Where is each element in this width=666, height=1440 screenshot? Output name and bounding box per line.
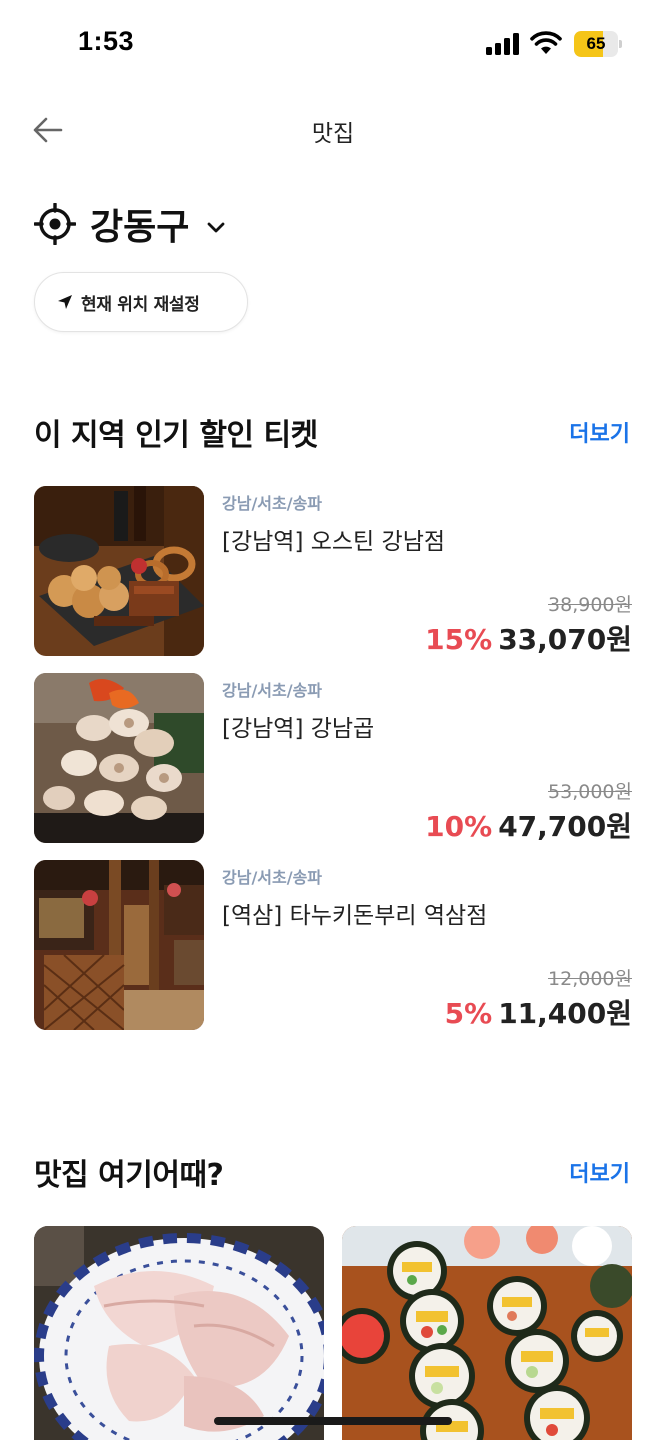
ticket-original-price: 38,900원 [548, 594, 632, 616]
ticket-item[interactable]: 강남/서초/송파 [강남역] 강남곱 53,000원 10% 47,700원 [34, 673, 632, 845]
signal-icon [486, 33, 522, 55]
popular-section-title: 이 지역 인기 할인 티켓 [34, 418, 318, 453]
ticket-region: 강남/서초/송파 [222, 494, 323, 513]
ticket-price-row: 15% 33,070원 [425, 618, 632, 658]
battery-level: 65 [586, 34, 606, 53]
ticket-discount: 15% [425, 623, 493, 656]
reset-location-label: 현재 위치 재설정 [81, 294, 200, 315]
ticket-price-row: 10% 47,700원 [425, 805, 632, 845]
crosshair-icon [34, 203, 76, 245]
navigation-arrow-icon [58, 295, 72, 309]
ticket-original-price: 53,000원 [548, 781, 632, 803]
ticket-price: 11,400원 [498, 997, 632, 1030]
ticket-discount: 5% [444, 997, 493, 1030]
header: 맛집 [0, 88, 666, 168]
ticket-region: 강남/서초/송파 [222, 868, 323, 887]
wifi-icon [530, 31, 562, 54]
recommend-section-title: 맛집 여기어때? [34, 1158, 224, 1193]
popular-more-link[interactable]: 더보기 [569, 416, 630, 448]
ticket-item[interactable]: 강남/서초/송파 [역삼] 타누키돈부리 역삼점 12,000원 5% 11,4… [34, 860, 632, 1032]
status-bar: 1:53 65 [0, 0, 666, 88]
izakaya-interior-photo [34, 860, 204, 1030]
ticket-name: [강남역] 오스틴 강남점 [222, 529, 446, 555]
status-time: 1:53 [78, 26, 135, 56]
page-title: 맛집 [311, 121, 355, 147]
location-name: 강동구 [90, 207, 190, 248]
ticket-region: 강남/서초/송파 [222, 681, 323, 700]
ticket-original-price: 12,000원 [548, 968, 632, 990]
sashimi-plate-photo[interactable] [34, 1226, 324, 1440]
burger-platter-photo [34, 486, 204, 656]
ticket-item[interactable]: 강남/서초/송파 [강남역] 오스틴 강남점 38,900원 15% 33,07… [34, 486, 632, 658]
location-selector[interactable]: 강동구 [34, 198, 227, 250]
recommend-more-link[interactable]: 더보기 [569, 1156, 630, 1188]
battery-icon: 65 [574, 31, 622, 57]
ticket-price: 33,070원 [498, 623, 632, 656]
grilled-intestines-photo [34, 673, 204, 843]
reset-location-button[interactable]: 현재 위치 재설정 [34, 272, 248, 332]
chevron-down-icon [207, 222, 225, 233]
ticket-name: [역삼] 타누키돈부리 역삼점 [222, 903, 488, 929]
ticket-name: [강남역] 강남곱 [222, 716, 375, 742]
kimbap-sushi-photo[interactable] [342, 1226, 632, 1440]
home-indicator [214, 1417, 452, 1425]
ticket-discount: 10% [425, 810, 493, 843]
ticket-price: 47,700원 [498, 810, 632, 843]
ticket-price-row: 5% 11,400원 [445, 992, 632, 1032]
